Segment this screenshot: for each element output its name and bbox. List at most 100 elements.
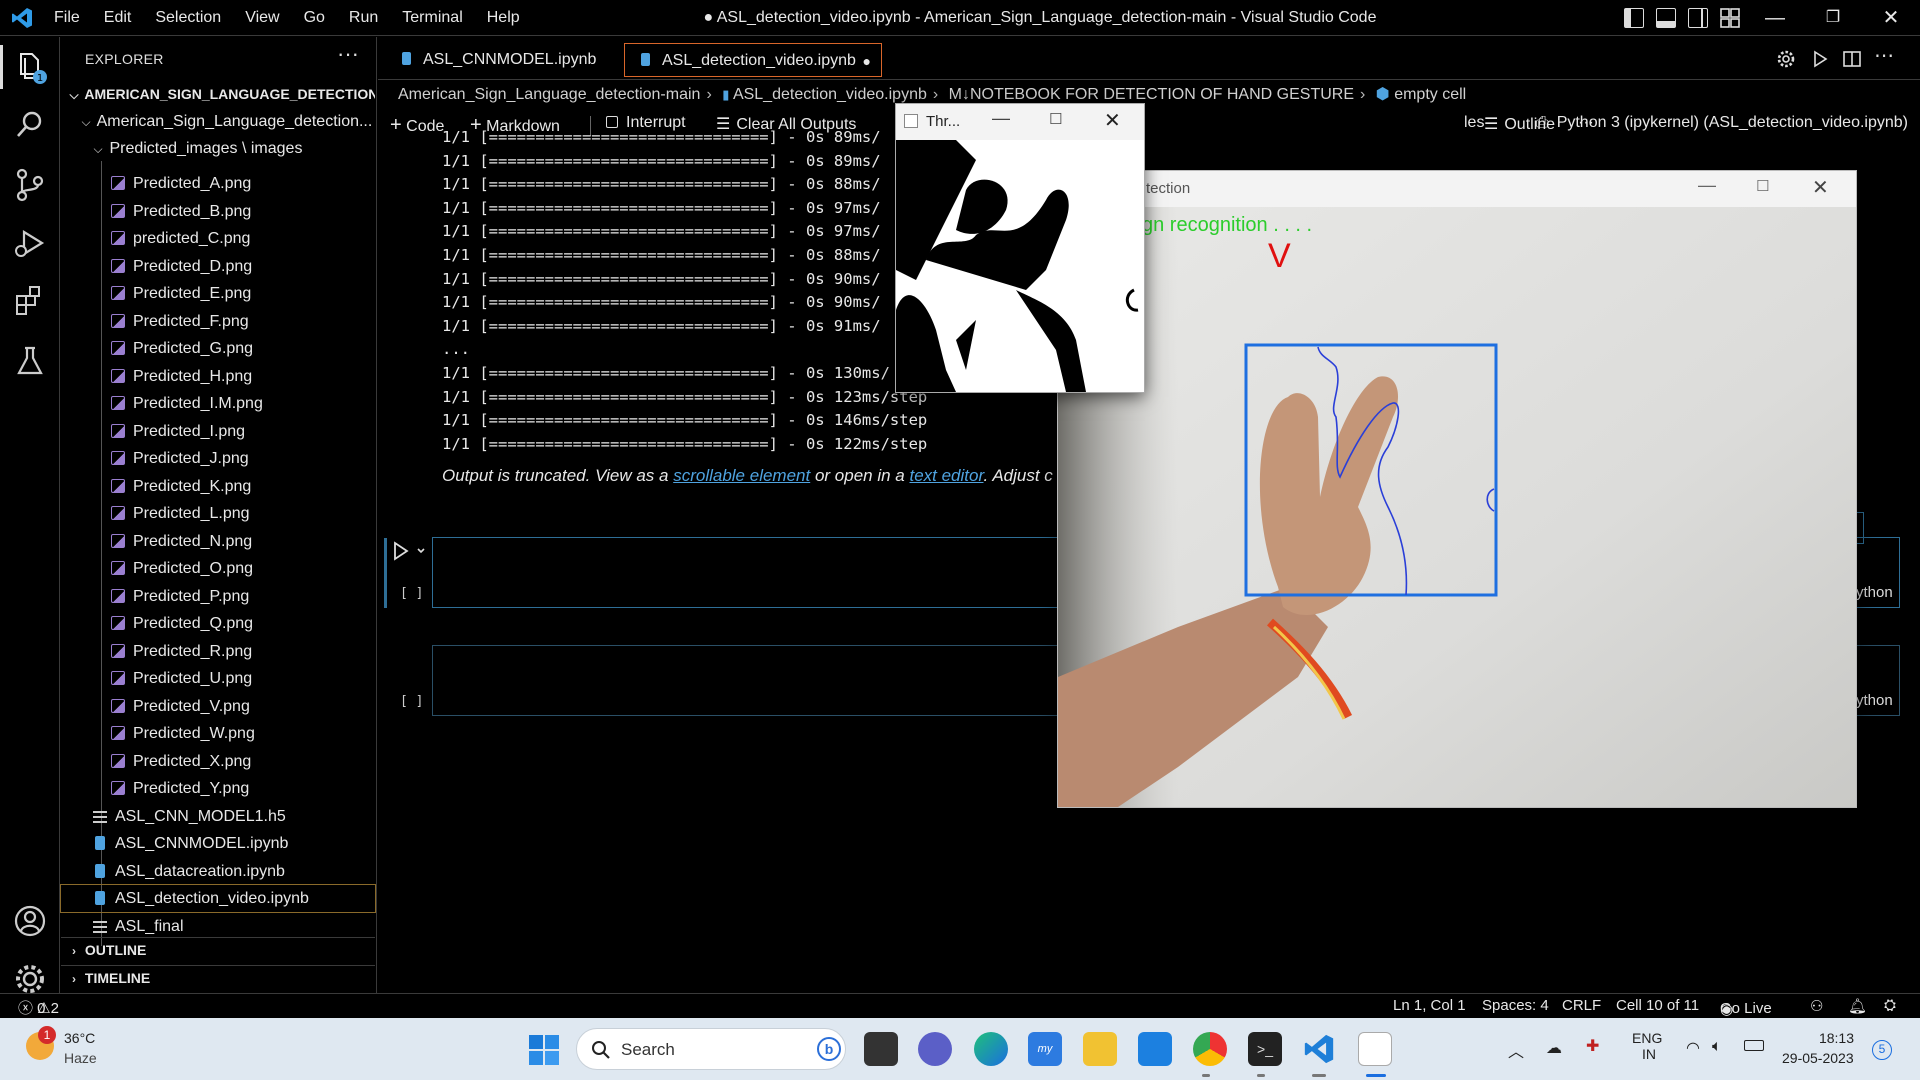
scrollable-element-link[interactable]: scrollable element: [673, 466, 810, 485]
restore-button[interactable]: ❐: [1804, 0, 1862, 36]
threshold-window-titlebar[interactable]: Thr... — ☐ ✕: [896, 104, 1144, 140]
toggle-sidebar-icon[interactable]: [1624, 8, 1644, 28]
kernel-picker[interactable]: ⎙ Python 3 (ipykernel) (ASL_detection_vid…: [1528, 114, 1908, 132]
image-file-item[interactable]: Predicted_H.png: [61, 363, 375, 390]
image-file-item[interactable]: Predicted_I.M.png: [61, 390, 375, 417]
wifi-icon[interactable]: ◠: [1686, 1038, 1700, 1058]
menu-run[interactable]: Run: [349, 0, 378, 36]
image-file-item[interactable]: Predicted_D.png: [61, 253, 375, 280]
image-file-item[interactable]: Predicted_K.png: [61, 473, 375, 500]
image-file-item[interactable]: Predicted_W.png: [61, 720, 375, 747]
menu-file[interactable]: File: [54, 0, 80, 36]
file-item[interactable]: ASL_datacreation.ipynb: [61, 858, 375, 885]
file-explorer-icon[interactable]: [1083, 1032, 1117, 1066]
weather-desc[interactable]: Haze: [64, 1050, 97, 1066]
close-button[interactable]: ✕: [1104, 108, 1121, 133]
image-file-item[interactable]: Predicted_F.png: [61, 308, 375, 335]
explorer-more-button[interactable]: ···: [337, 41, 359, 67]
unsaved-dot-icon[interactable]: ●: [863, 44, 871, 78]
image-file-item[interactable]: Predicted_O.png: [61, 555, 375, 582]
add-code-cell-button[interactable]: + Code: [390, 114, 444, 137]
customize-layout-icon[interactable]: [1720, 8, 1740, 28]
tree-subfolder[interactable]: ⌵ American_Sign_Language_detection...: [61, 108, 375, 135]
mylp-app-icon[interactable]: my: [1028, 1032, 1062, 1066]
file-item[interactable]: ASL_detection_video.ipynb: [60, 884, 376, 913]
image-file-item[interactable]: Predicted_R.png: [61, 638, 375, 665]
bing-icon[interactable]: b: [817, 1037, 841, 1061]
run-debug-icon[interactable]: [10, 223, 50, 263]
weather-temp[interactable]: 36°C: [64, 1030, 95, 1046]
image-file-item[interactable]: Predicted_J.png: [61, 445, 375, 472]
image-file-item[interactable]: Predicted_G.png: [61, 335, 375, 362]
image-file-item[interactable]: Predicted_U.png: [61, 665, 375, 692]
image-file-item[interactable]: Predicted_X.png: [61, 748, 375, 775]
image-file-item[interactable]: Predicted_N.png: [61, 528, 375, 555]
security-tray-icon[interactable]: ✚: [1586, 1036, 1599, 1056]
image-file-item[interactable]: predicted_C.png: [61, 225, 375, 252]
line-ending[interactable]: CRLF: [1562, 997, 1601, 1014]
volume-icon[interactable]: 🔈︎: [1712, 1038, 1722, 1056]
language-indicator[interactable]: ENG IN: [1632, 1030, 1662, 1062]
cursor-position[interactable]: Ln 1, Col 1: [1393, 997, 1466, 1014]
chrome-icon[interactable]: [1193, 1032, 1227, 1066]
clock[interactable]: 18:13: [1794, 1030, 1854, 1046]
cell-language[interactable]: ython: [1856, 584, 1893, 601]
feedback-icon[interactable]: ⛭: [1884, 997, 1896, 1014]
menu-help[interactable]: Help: [487, 0, 520, 36]
task-view-icon[interactable]: [864, 1032, 898, 1066]
menu-go[interactable]: Go: [304, 0, 325, 36]
menu-edit[interactable]: Edit: [104, 0, 132, 36]
cell-language[interactable]: ython: [1856, 692, 1893, 709]
toggle-panel-icon[interactable]: [1656, 8, 1676, 28]
menu-view[interactable]: View: [245, 0, 279, 36]
image-file-item[interactable]: Predicted_V.png: [61, 693, 375, 720]
extensions-icon[interactable]: [10, 281, 50, 321]
notifications-bell-icon[interactable]: 🔔︎: [1848, 997, 1867, 1015]
problems-indicator[interactable]: ⓧ 0 ⚠ 2: [18, 997, 59, 1018]
taskbar-search[interactable]: Search b: [576, 1028, 846, 1070]
variables-button[interactable]: les: [1464, 114, 1484, 132]
teams-chat-icon[interactable]: [918, 1032, 952, 1066]
vscode-taskbar-icon[interactable]: [1302, 1032, 1336, 1066]
explorer-icon[interactable]: 1: [10, 47, 50, 87]
minimize-button[interactable]: —: [1698, 175, 1716, 196]
accounts-icon[interactable]: [10, 901, 50, 941]
image-file-item[interactable]: Predicted_E.png: [61, 280, 375, 307]
indentation[interactable]: Spaces: 4: [1482, 997, 1549, 1014]
date[interactable]: 29-05-2023: [1782, 1050, 1854, 1066]
more-actions-icon[interactable]: ⋯: [1874, 43, 1894, 68]
timeline-section[interactable]: › TIMELINE: [61, 965, 375, 992]
toggle-secondary-sidebar-icon[interactable]: [1688, 8, 1708, 28]
image-file-item[interactable]: Predicted_Y.png: [61, 775, 375, 802]
minimize-button[interactable]: —: [1746, 0, 1804, 36]
outline-section[interactable]: › OUTLINE: [61, 937, 375, 964]
cell-indicator[interactable]: Cell 10 of 11: [1616, 997, 1699, 1014]
image-file-item[interactable]: Predicted_L.png: [61, 500, 375, 527]
run-all-icon[interactable]: [1810, 49, 1830, 69]
camera-window-titlebar[interactable]: tection — ☐ ✕: [1058, 171, 1856, 207]
close-button[interactable]: ✕: [1862, 0, 1920, 36]
onedrive-cloud-icon[interactable]: ☁: [1546, 1038, 1562, 1058]
maximize-button[interactable]: ☐: [1756, 177, 1769, 195]
notebook-settings-gear-icon[interactable]: [1776, 49, 1796, 69]
close-button[interactable]: ✕: [1812, 175, 1829, 200]
breadcrumb-item[interactable]: ASL_detection_video.ipynb: [733, 86, 927, 103]
image-file-item[interactable]: Predicted_Q.png: [61, 610, 375, 637]
image-file-item[interactable]: Predicted_A.png: [61, 170, 375, 197]
run-cell-icon[interactable]: [392, 540, 426, 562]
source-control-icon[interactable]: [10, 165, 50, 205]
image-file-item[interactable]: Predicted_B.png: [61, 198, 375, 225]
image-file-item[interactable]: Predicted_I.png: [61, 418, 375, 445]
edge-icon[interactable]: [974, 1032, 1008, 1066]
file-item[interactable]: ASL_CNN_MODEL1.h5: [61, 803, 375, 830]
tray-overflow-chevron-icon[interactable]: ︿: [1508, 1038, 1524, 1062]
text-editor-link[interactable]: text editor: [909, 466, 983, 485]
breadcrumb-item[interactable]: M↓NOTEBOOK FOR DETECTION OF HAND GESTURE: [949, 86, 1354, 103]
file-item[interactable]: ASL_CNNMODEL.ipynb: [61, 830, 375, 857]
terminal-icon[interactable]: >_: [1248, 1032, 1282, 1066]
windows-start-icon[interactable]: [528, 1034, 560, 1066]
split-editor-icon[interactable]: [1842, 49, 1862, 69]
search-icon[interactable]: [10, 105, 50, 145]
notification-count-badge[interactable]: 5: [1872, 1040, 1892, 1060]
breadcrumb-item[interactable]: American_Sign_Language_detection-main: [398, 86, 700, 103]
